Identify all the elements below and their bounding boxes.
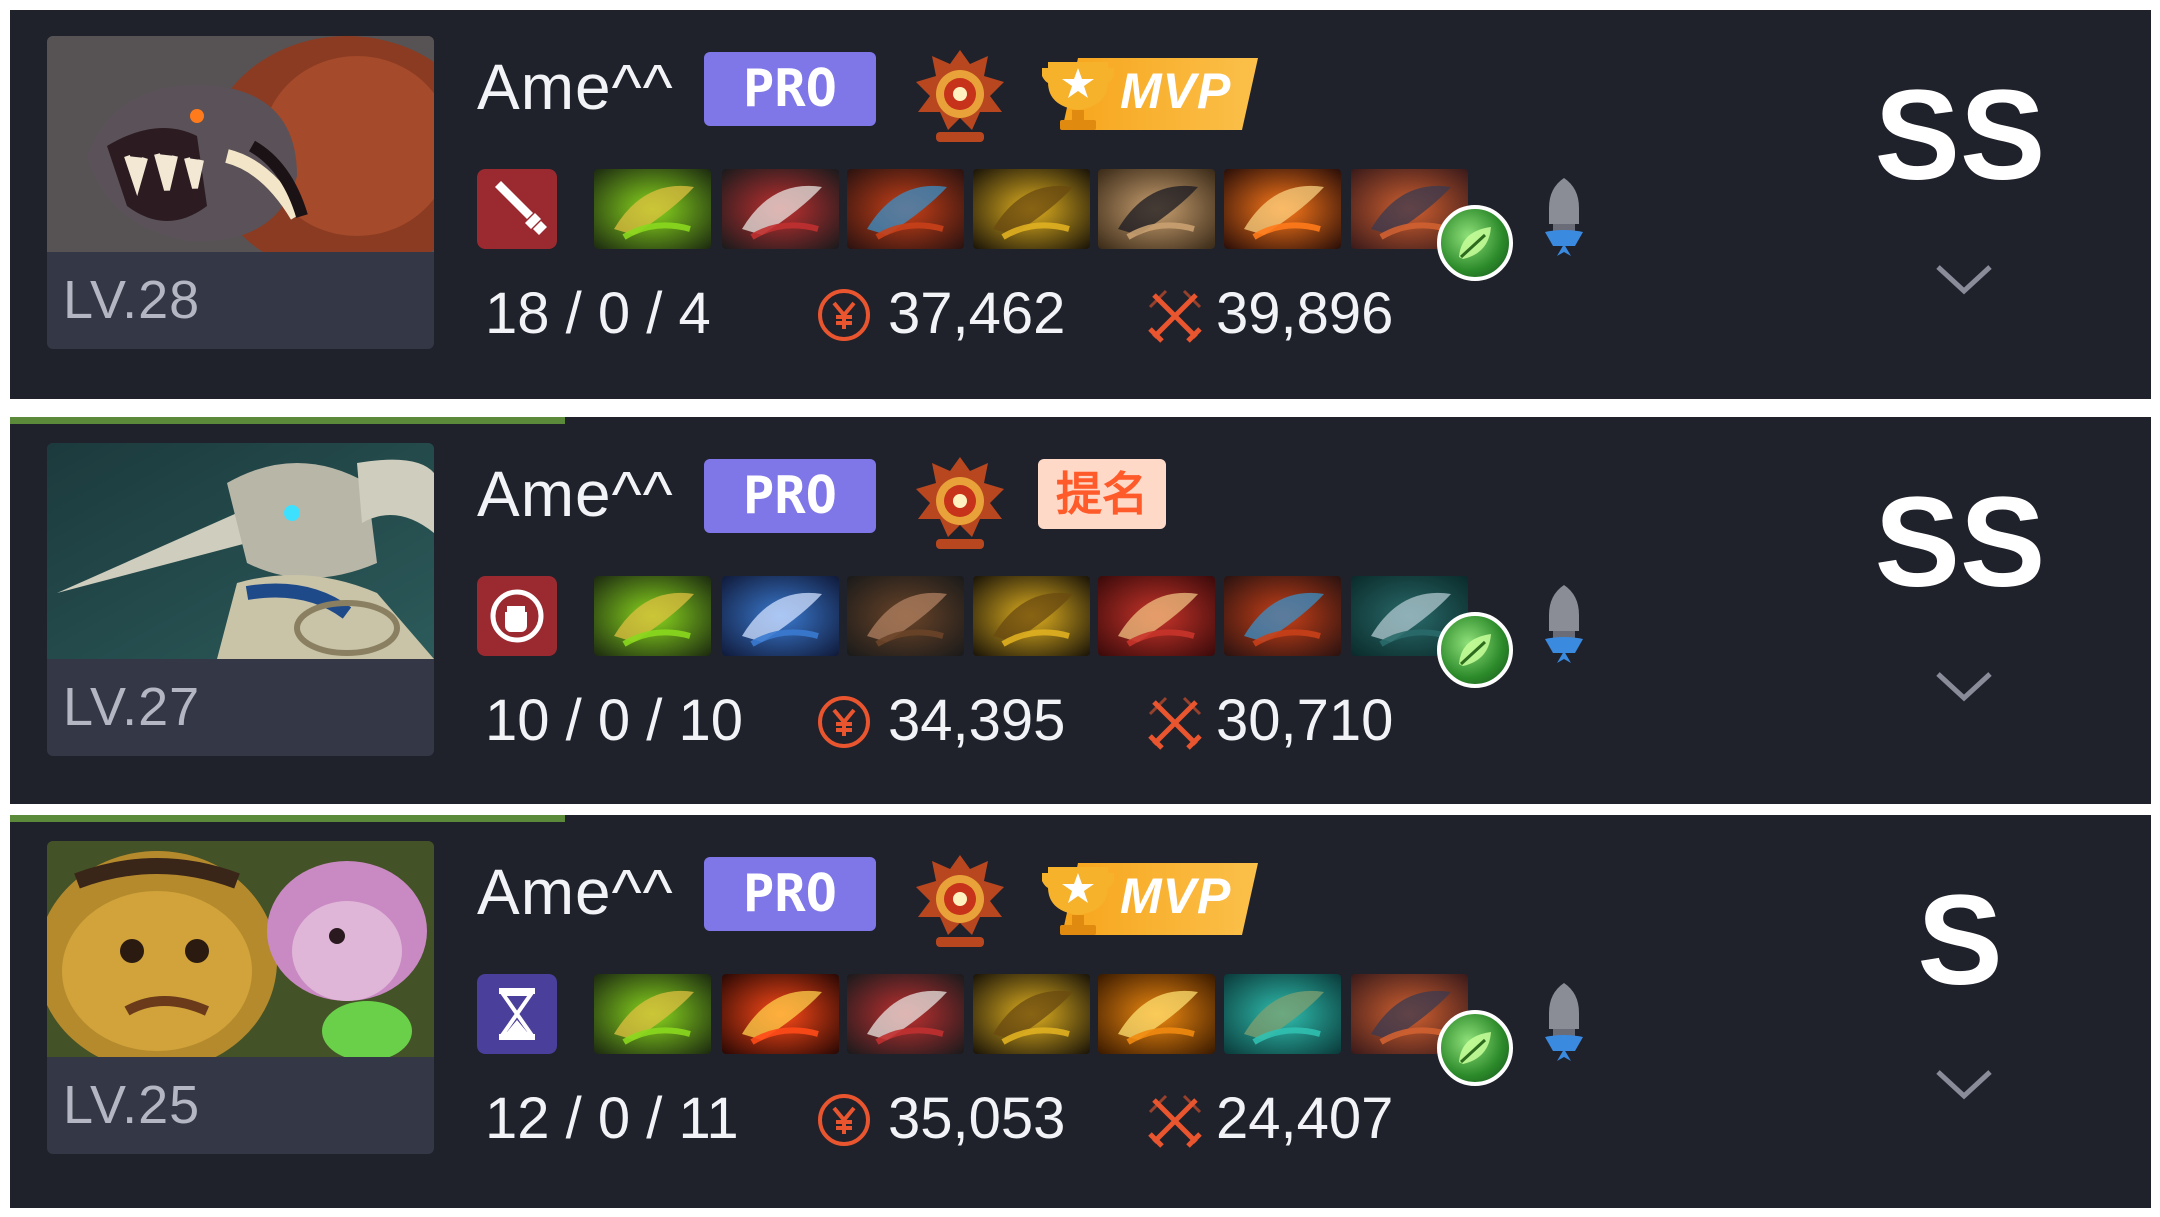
desolator-icon[interactable] xyxy=(847,974,964,1054)
kda-stat: 18 / 0 / 4 xyxy=(485,281,711,346)
basher-icon[interactable] xyxy=(973,169,1090,249)
battle-fury-icon[interactable] xyxy=(594,974,711,1054)
mvp-label: MVP xyxy=(1120,868,1232,924)
match-card[interactable]: LV.28 Ame^^ PRO MVP 18 / 0 / 4 37,462 39… xyxy=(10,10,2151,399)
match-grade: SS xyxy=(1874,471,2046,614)
gold-stat: 35,053 xyxy=(888,1086,1066,1151)
mvp-badge: MVP xyxy=(1038,859,1258,939)
gold-icon xyxy=(818,1094,870,1146)
hero-portrait[interactable]: LV.28 xyxy=(47,36,434,349)
chevron-down-icon[interactable] xyxy=(1932,1064,1996,1104)
black-king-bar-icon[interactable] xyxy=(847,169,964,249)
ice-axe-icon[interactable] xyxy=(1224,169,1341,249)
radiance-icon[interactable] xyxy=(722,974,839,1054)
leaf-neutral-icon[interactable] xyxy=(1437,205,1513,281)
battle-fury-icon[interactable] xyxy=(594,576,711,656)
immortal-rank-icon xyxy=(916,457,1004,549)
gold-icon xyxy=(818,696,870,748)
kda-stat: 12 / 0 / 11 xyxy=(485,1086,739,1151)
pro-badge: PRO xyxy=(704,459,876,533)
pro-badge: PRO xyxy=(704,52,876,126)
hero-level: LV.28 xyxy=(63,270,201,330)
boots-icon[interactable] xyxy=(847,576,964,656)
kda-stat: 10 / 0 / 10 xyxy=(485,688,743,753)
gold-icon xyxy=(818,289,870,341)
fist-icon xyxy=(477,576,557,656)
hero-level: LV.25 xyxy=(63,1075,201,1135)
damage-icon xyxy=(1148,289,1202,343)
hero-portrait[interactable]: LV.25 xyxy=(47,841,434,1154)
black-king-bar-icon[interactable] xyxy=(1224,576,1341,656)
battle-fury-icon[interactable] xyxy=(594,169,711,249)
aghanims-scepter-icon xyxy=(1545,178,1583,256)
sword-icon[interactable] xyxy=(1098,974,1215,1054)
player-name[interactable]: Ame^^ xyxy=(477,50,674,124)
damage-stat: 30,710 xyxy=(1216,688,1394,753)
aghanims-scepter-icon xyxy=(1545,585,1583,663)
gold-stat: 34,395 xyxy=(888,688,1066,753)
phase-boots-icon[interactable] xyxy=(1098,169,1215,249)
pro-badge: PRO xyxy=(704,857,876,931)
player-name[interactable]: Ame^^ xyxy=(477,855,674,929)
card-accent-bar xyxy=(10,815,565,822)
mvp-badge: MVP xyxy=(1038,54,1258,134)
dagger-icon xyxy=(477,169,557,249)
chevron-down-icon[interactable] xyxy=(1932,259,1996,299)
mvp-label: MVP xyxy=(1120,63,1232,119)
hero-level: LV.27 xyxy=(63,677,201,737)
hero-portrait[interactable]: LV.27 xyxy=(47,443,434,756)
trident-icon[interactable] xyxy=(722,576,839,656)
leaf-neutral-icon[interactable] xyxy=(1437,612,1513,688)
match-grade: SS xyxy=(1874,64,2046,207)
match-card[interactable]: LV.25 Ame^^ PRO MVP 12 / 0 / 11 35,053 2… xyxy=(10,815,2151,1208)
basher-icon[interactable] xyxy=(973,974,1090,1054)
aghanims-scepter-icon xyxy=(1545,983,1583,1061)
match-grade: S xyxy=(1917,869,2003,1012)
nominated-badge: 提名 xyxy=(1038,459,1166,529)
leaf-neutral-icon[interactable] xyxy=(1437,1010,1513,1086)
damage-stat: 24,407 xyxy=(1216,1086,1394,1151)
basher-icon[interactable] xyxy=(973,576,1090,656)
gold-stat: 37,462 xyxy=(888,281,1066,346)
card-accent-bar xyxy=(10,417,565,424)
match-card[interactable]: LV.27 Ame^^ PRO 提名 10 / 0 / 10 34,395 30… xyxy=(10,417,2151,804)
chevron-down-icon[interactable] xyxy=(1932,666,1996,706)
damage-icon xyxy=(1148,1094,1202,1148)
crossbow-icon[interactable] xyxy=(1098,576,1215,656)
hourglass-icon xyxy=(477,974,557,1054)
damage-icon xyxy=(1148,696,1202,750)
desolator-icon[interactable] xyxy=(722,169,839,249)
armor-icon[interactable] xyxy=(1224,974,1341,1054)
damage-stat: 39,896 xyxy=(1216,281,1394,346)
immortal-rank-icon xyxy=(916,855,1004,947)
immortal-rank-icon xyxy=(916,50,1004,142)
player-name[interactable]: Ame^^ xyxy=(477,457,674,531)
